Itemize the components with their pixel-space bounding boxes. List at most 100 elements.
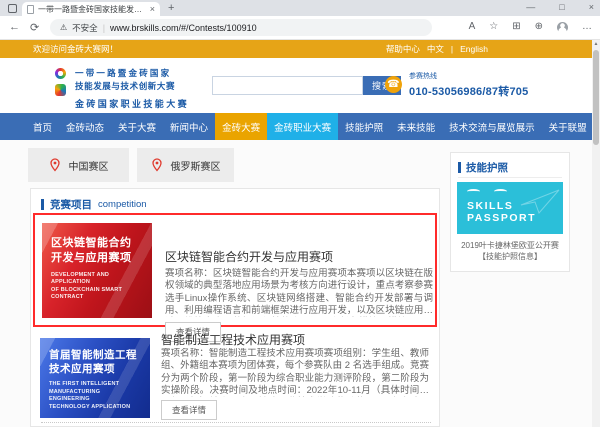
notice-bar: 欢迎访问金砖大赛网！ 帮助中心 中文 | English	[0, 40, 592, 58]
contest-banner-manufacturing[interactable]: 首届智能制造工程 技术应用赛项 THE FIRST INTELLIGENT MA…	[40, 338, 150, 418]
minimize-icon[interactable]: —	[526, 1, 535, 14]
refresh-icon[interactable]: ⟳	[30, 21, 39, 34]
page-body: 欢迎访问金砖大赛网！ 帮助中心 中文 | English 一带一路暨金砖国家 技…	[0, 40, 592, 427]
banner-en-line3: TECHNOLOGY APPLICATION	[49, 404, 141, 411]
nav-item-news-center[interactable]: 新闻中心	[163, 113, 215, 140]
nav-item-about-contest[interactable]: 关于大赛	[111, 113, 163, 140]
banner-title-line1: 首届智能制造工程	[49, 348, 141, 362]
sidebar-accent-bar	[458, 162, 461, 173]
read-aloud-icon[interactable]: A	[469, 20, 476, 34]
contest-description: 赛项名称：智能制造工程技术应用赛项赛项组别：学生组、教师组、外籍组本赛项为团体赛…	[161, 348, 429, 397]
brand-logos	[55, 68, 67, 96]
passport-text-line1: SKILLS	[467, 200, 536, 212]
banner-en-line1: DEVELOPMENT AND APPLICATION	[51, 272, 143, 286]
favorites-star-icon[interactable]: ☆	[489, 20, 498, 34]
contest-title[interactable]: 智能制造工程技术应用赛项	[161, 331, 305, 348]
banner-en-line2: MANUFACTURING ENGINEERING	[49, 389, 141, 403]
tab-actions-icon[interactable]	[8, 4, 17, 13]
site-title-line1: 一带一路暨金砖国家	[75, 67, 189, 79]
main-nav: 首页 金砖动态 关于大赛 新闻中心 金砖大赛 金砖职业大赛 技能护照 未来技能 …	[0, 113, 592, 140]
lang-chinese-link[interactable]: 中文	[427, 43, 444, 55]
browser-tab[interactable]: 一带一路暨金砖国家技能发展与... ×	[22, 2, 160, 16]
contest-banner-blockchain[interactable]: 区块链智能合约 开发与应用赛项 DEVELOPMENT AND APPLICAT…	[42, 223, 152, 318]
sidebar-header: 技能护照	[458, 160, 508, 175]
passport-logos-icon	[467, 189, 507, 194]
scrollbar-thumb[interactable]	[593, 50, 599, 145]
browser-tab-bar: 一带一路暨金砖国家技能发展与... × + — □ ×	[0, 0, 600, 16]
banner-title-line2: 开发与应用赛项	[51, 251, 143, 266]
nav-item-home[interactable]: 首页	[26, 113, 59, 140]
address-bar-icons: A ☆ ⊞ ⊕ …	[469, 20, 592, 34]
not-secure-warning-icon: ⚠	[60, 23, 67, 32]
search-input[interactable]	[212, 76, 363, 95]
scroll-up-icon[interactable]: ▲	[592, 41, 600, 47]
more-menu-icon[interactable]: …	[582, 20, 592, 34]
collections-icon[interactable]: ⊞	[512, 20, 520, 34]
tab-close-icon[interactable]: ×	[150, 5, 155, 14]
nav-item-brics-contest[interactable]: 金砖大赛	[215, 113, 267, 140]
site-title: 一带一路暨金砖国家 技能发展与技术创新大赛 金砖国家职业技能大赛	[75, 67, 189, 110]
passport-text-line2: PASSPORT	[467, 212, 536, 224]
region-tab-russia[interactable]: 俄罗斯赛区	[137, 148, 234, 182]
help-center-link[interactable]: 帮助中心	[386, 43, 420, 55]
skills-passport-image[interactable]: SKILLS PASSPORT	[457, 182, 563, 234]
contest-description: 赛项名称：区块链智能合约开发与应用赛项本赛项以区块链在版权领域的典型落地应用场景…	[165, 268, 433, 317]
section-accent-bar	[41, 199, 44, 210]
view-details-button[interactable]: 查看详情	[161, 400, 217, 420]
maximize-icon[interactable]: □	[559, 1, 564, 14]
back-icon[interactable]: ←	[9, 21, 20, 33]
nav-item-future-skills[interactable]: 未来技能	[390, 113, 442, 140]
lang-divider: |	[451, 44, 453, 54]
nav-item-brics-vocational-contest[interactable]: 金砖职业大赛	[267, 113, 338, 140]
location-pin-icon	[49, 158, 61, 172]
sidebar-divider	[458, 177, 562, 178]
phone-icon: ☎	[385, 76, 402, 93]
nav-item-about-alliance[interactable]: 关于联盟	[542, 113, 594, 140]
content-area: 中国赛区 俄罗斯赛区 竞赛项目 competition 区块链智能合约 开发与应…	[0, 140, 592, 427]
hotline-label: 参赛热线	[409, 71, 528, 81]
region-tab-label: 中国赛区	[69, 158, 109, 173]
contest-card-blockchain: 区块链智能合约 开发与应用赛项 DEVELOPMENT AND APPLICAT…	[33, 213, 437, 327]
new-tab-button[interactable]: +	[168, 3, 174, 14]
hotline-number: 010-53056986/87转705	[409, 83, 528, 99]
region-tab-label: 俄罗斯赛区	[171, 158, 221, 173]
address-bar: ← ⟳ ⚠ 不安全 | www.brskills.com/#/Contests/…	[0, 16, 600, 40]
card-divider	[41, 422, 431, 423]
profile-avatar[interactable]	[557, 22, 568, 33]
window-controls: — □ ×	[526, 1, 594, 14]
browser-tools-icon[interactable]: ⊕	[535, 20, 543, 34]
section-header: 竞赛项目 competition	[41, 197, 147, 212]
nav-item-brics-news[interactable]: 金砖动态	[59, 113, 111, 140]
banner-en-line1: THE FIRST INTELLIGENT	[49, 381, 141, 388]
location-pin-icon	[151, 158, 163, 172]
section-subtitle: competition	[98, 199, 147, 210]
search-box: 搜索	[212, 76, 401, 95]
url-field[interactable]: ⚠ 不安全 | www.brskills.com/#/Contests/1009…	[50, 19, 432, 36]
contest-title[interactable]: 区块链智能合约开发与应用赛项	[165, 248, 333, 265]
url-separator: |	[103, 23, 105, 33]
scrollbar[interactable]: ▲	[592, 40, 600, 427]
section-title: 竞赛项目	[50, 197, 92, 212]
tab-title: 一带一路暨金砖国家技能发展与...	[38, 4, 146, 15]
close-icon[interactable]: ×	[589, 1, 594, 14]
site-header: 一带一路暨金砖国家 技能发展与技术创新大赛 金砖国家职业技能大赛 搜索 ☎ 参赛…	[0, 58, 592, 113]
url-text: www.brskills.com/#/Contests/100910	[110, 23, 257, 33]
banner-title-line1: 区块链智能合约	[51, 236, 143, 251]
hotline-block: ☎ 参赛热线 010-53056986/87转705	[385, 71, 528, 99]
skills-passport-panel: 技能护照 SKILLS PASSPORT 2019叶卡捷林堡欧亚公开赛【技能护照…	[450, 152, 570, 272]
site-title-line3: 金砖国家职业技能大赛	[75, 97, 189, 110]
region-tab-china[interactable]: 中国赛区	[28, 148, 129, 182]
site-title-line2: 技能发展与技术创新大赛	[75, 80, 189, 92]
lang-english-link[interactable]: English	[460, 44, 488, 54]
browser-window: 一带一路暨金砖国家技能发展与... × + — □ × ← ⟳ ⚠ 不安全 | …	[0, 0, 600, 427]
competition-panel: 竞赛项目 competition 区块链智能合约 开发与应用赛项 DEVELOP…	[30, 188, 440, 427]
nav-item-skills-passport[interactable]: 技能护照	[338, 113, 390, 140]
sidebar-title: 技能护照	[466, 160, 508, 175]
page-icon	[27, 5, 34, 14]
banner-en-line2: OF BLOCKCHAIN SMART CONTRACT	[51, 287, 143, 301]
nav-item-tech-exchange[interactable]: 技术交流与展览展示	[442, 113, 542, 140]
passport-caption[interactable]: 2019叶卡捷林堡欧亚公开赛【技能护照信息】	[457, 240, 563, 262]
brics-logo-icon	[55, 84, 66, 96]
welcome-text: 欢迎访问金砖大赛网！	[33, 43, 118, 55]
security-label: 不安全	[72, 22, 98, 34]
